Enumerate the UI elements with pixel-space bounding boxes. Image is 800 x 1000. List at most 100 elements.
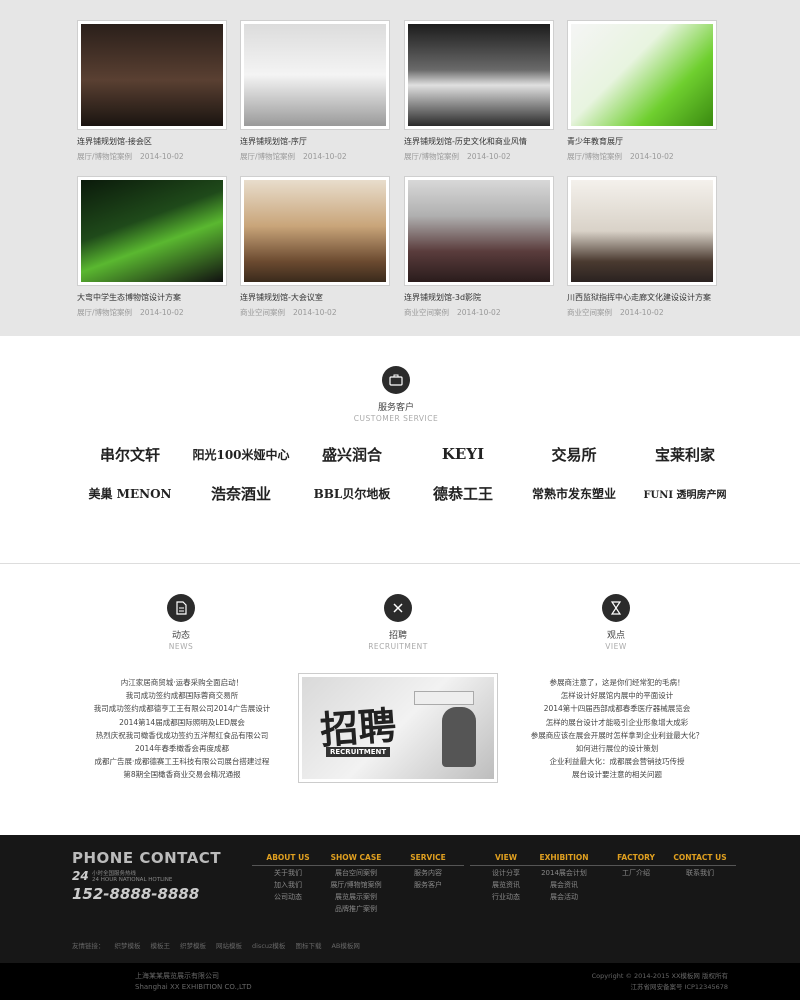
case-thumbnail[interactable] bbox=[567, 176, 717, 286]
case-thumbnail[interactable] bbox=[404, 176, 554, 286]
case-category[interactable]: 展厅/博物馆案例 bbox=[567, 152, 622, 161]
news-item[interactable]: 第8期全国橄香商业交易会精况通报 bbox=[92, 768, 272, 781]
footer-link[interactable]: 品牌推广案例 bbox=[320, 905, 392, 914]
footer-link[interactable]: 展会资讯 bbox=[528, 881, 600, 890]
case-title[interactable]: 连界铺规划馆-序厅 bbox=[240, 136, 390, 147]
client-logo[interactable]: 浩奈酒业 bbox=[186, 478, 296, 508]
footer-link[interactable]: 2014展会计划 bbox=[528, 869, 600, 878]
case-category[interactable]: 商业空间案例 bbox=[567, 308, 612, 317]
case-category[interactable]: 展厅/博物馆案例 bbox=[240, 152, 295, 161]
case-card[interactable]: 连界铺规划馆-接会区 展厅/博物馆案例 2014-10-02 bbox=[77, 20, 227, 162]
case-title[interactable]: 连界铺规划馆-历史文化和商业风情 bbox=[404, 136, 554, 147]
footer-column-heading[interactable]: SHOW CASE bbox=[320, 853, 392, 866]
footer-link[interactable]: 联系我们 bbox=[664, 869, 736, 878]
footer-column-heading[interactable]: EXHIBITION bbox=[528, 853, 600, 866]
view-item[interactable]: 如何进行展位的设计策划 bbox=[522, 742, 712, 755]
case-thumbnail[interactable] bbox=[77, 20, 227, 130]
case-category[interactable]: 展厅/博物馆案例 bbox=[77, 308, 132, 317]
news-item[interactable]: 我司成功签约成都国际蓉商交易所 bbox=[92, 689, 272, 702]
case-card[interactable]: 连界铺规划馆-历史文化和商业风情 展厅/博物馆案例 2014-10-02 bbox=[404, 20, 554, 162]
case-title[interactable]: 青少年教育展厅 bbox=[567, 136, 717, 147]
footer-column-heading[interactable]: CONTACT US bbox=[664, 853, 736, 866]
footer-link[interactable]: 加入我们 bbox=[252, 881, 324, 890]
phone-number: 152-8888-8888 bbox=[72, 885, 200, 903]
client-logo[interactable]: KEYI bbox=[408, 439, 518, 469]
footer-link[interactable]: 服务内容 bbox=[392, 869, 464, 878]
footer-link[interactable]: 关于我们 bbox=[252, 869, 324, 878]
case-title[interactable]: 连界铺规划馆-3d影院 bbox=[404, 292, 554, 303]
friend-link[interactable]: discuz模板 bbox=[252, 942, 285, 950]
case-title[interactable]: 连界铺规划馆-大会议室 bbox=[240, 292, 390, 303]
view-item[interactable]: 企业利益最大化：成都展会营销技巧传授 bbox=[522, 755, 712, 768]
case-title[interactable]: 川西监狱指挥中心走廊文化建设设计方案 bbox=[567, 292, 717, 303]
client-logo[interactable]: 串尔文轩 bbox=[75, 439, 185, 469]
view-item[interactable]: 参展商注意了，这是你们经常犯的毛病！ bbox=[522, 676, 712, 689]
case-meta: 商业空间案例 2014-10-02 bbox=[240, 307, 390, 318]
case-card[interactable]: 大弯中学生态博物馆设计方案 展厅/博物馆案例 2014-10-02 bbox=[77, 176, 227, 318]
view-item[interactable]: 展台设计要注意的相关问题 bbox=[522, 768, 712, 781]
news-item[interactable]: 2014第14届成都国际照明及LED展会 bbox=[92, 716, 272, 729]
client-logo[interactable]: BBL贝尔地板 bbox=[297, 478, 407, 508]
company-en: Shanghai XX EXHIBITION CO.,LTD bbox=[135, 983, 252, 991]
case-date: 2014-10-02 bbox=[630, 152, 674, 161]
client-logo[interactable]: 交易所 bbox=[519, 439, 629, 469]
footer-column-heading[interactable]: ABOUT US bbox=[252, 853, 324, 866]
footer-column-heading[interactable]: SERVICE bbox=[392, 853, 464, 866]
footer-link[interactable]: 展会活动 bbox=[528, 893, 600, 902]
case-thumbnail[interactable] bbox=[240, 176, 390, 286]
friend-link[interactable]: 网站模板 bbox=[216, 942, 242, 950]
friend-link[interactable]: 图标下载 bbox=[295, 942, 321, 950]
case-card[interactable]: 连界铺规划馆-序厅 展厅/博物馆案例 2014-10-02 bbox=[240, 20, 390, 162]
case-date: 2014-10-02 bbox=[293, 308, 337, 317]
case-title[interactable]: 连界铺规划馆-接会区 bbox=[77, 136, 227, 147]
copyright: Copyright © 2014-2015 XX模板网 版权所有 bbox=[591, 972, 728, 980]
case-thumbnail[interactable] bbox=[240, 20, 390, 130]
news-item[interactable]: 热烈庆祝我司橄香伐成功签约五洋帮红食品有限公司 bbox=[92, 729, 272, 742]
recruit-title: 招聘 bbox=[388, 631, 407, 641]
client-logo[interactable]: 盛兴润合 bbox=[297, 439, 407, 469]
friend-link[interactable]: AB模板网 bbox=[331, 942, 359, 950]
case-card[interactable]: 青少年教育展厅 展厅/博物馆案例 2014-10-02 bbox=[567, 20, 717, 162]
case-category[interactable]: 商业空间案例 bbox=[240, 308, 285, 317]
case-date: 2014-10-02 bbox=[620, 308, 664, 317]
view-item[interactable]: 怎样的展台设计才能吸引企业形象增大成彩 bbox=[522, 716, 712, 729]
case-thumbnail[interactable] bbox=[567, 20, 717, 130]
footer-link[interactable]: 展台空间案例 bbox=[320, 869, 392, 878]
client-logo[interactable]: 阳光100米娅中心 bbox=[186, 439, 296, 469]
footer-link[interactable]: 公司动态 bbox=[252, 893, 324, 902]
news-item[interactable]: 成都广告展·成都德赛工王科技有限公司展台搭建过程 bbox=[92, 755, 272, 768]
case-date: 2014-10-02 bbox=[303, 152, 347, 161]
company-cn: 上海某某展览展示有限公司 bbox=[135, 972, 219, 980]
case-card[interactable]: 川西监狱指挥中心走廊文化建设设计方案 商业空间案例 2014-10-02 bbox=[567, 176, 717, 318]
client-logo[interactable]: 德恭工王 bbox=[408, 478, 518, 508]
case-category[interactable]: 展厅/博物馆案例 bbox=[404, 152, 459, 161]
news-item[interactable]: 我司成功签约成都德亨工王有限公司2014广告展设计 bbox=[92, 702, 272, 715]
view-item[interactable]: 怎样设计好展馆内展中的平面设计 bbox=[522, 689, 712, 702]
case-card[interactable]: 连界铺规划馆-3d影院 商业空间案例 2014-10-02 bbox=[404, 176, 554, 318]
footer-link[interactable]: 工厂介绍 bbox=[600, 869, 672, 878]
client-logo[interactable]: 美巢 MENON bbox=[75, 478, 185, 508]
footer-link[interactable]: 展览展示案例 bbox=[320, 893, 392, 902]
footer-link[interactable]: 服务客户 bbox=[392, 881, 464, 890]
news-item[interactable]: 2014年春季橄香会再度成都 bbox=[92, 742, 272, 755]
case-thumbnail[interactable] bbox=[77, 176, 227, 286]
view-item[interactable]: 参展商应该在展会开展时怎样拿到企业利益最大化？ bbox=[522, 729, 712, 742]
case-card[interactable]: 连界铺规划馆-大会议室 商业空间案例 2014-10-02 bbox=[240, 176, 390, 318]
case-title[interactable]: 大弯中学生态博物馆设计方案 bbox=[77, 292, 227, 303]
case-category[interactable]: 展厅/博物馆案例 bbox=[77, 152, 132, 161]
friend-link[interactable]: 织梦模板 bbox=[180, 942, 206, 950]
friend-link[interactable]: 织梦模板 bbox=[115, 942, 141, 950]
case-category[interactable]: 商业空间案例 bbox=[404, 308, 449, 317]
friend-link[interactable]: 模板王 bbox=[151, 942, 171, 950]
case-thumbnail[interactable] bbox=[404, 20, 554, 130]
news-list: 内江家居商贸城·运春采购全面启动！ 我司成功签约成都国际蓉商交易所 我司成功签约成都… bbox=[92, 676, 272, 782]
footer-link[interactable]: 展厅/博物馆案例 bbox=[320, 881, 392, 890]
recruit-image[interactable]: 招聘 RECRUITMENT bbox=[298, 673, 498, 783]
client-logo[interactable]: 常熟市发东塑业 bbox=[519, 478, 629, 508]
footer-column-heading[interactable]: FACTORY bbox=[600, 853, 672, 866]
client-logo[interactable]: FUNI 透明房产网 bbox=[630, 478, 740, 508]
case-date: 2014-10-02 bbox=[140, 152, 184, 161]
news-item[interactable]: 内江家居商贸城·运春采购全面启动！ bbox=[92, 676, 272, 689]
view-item[interactable]: 2014第十四届西部成都春季医疗器械展览会 bbox=[522, 702, 712, 715]
client-logo[interactable]: 宝莱利家 bbox=[630, 439, 740, 469]
